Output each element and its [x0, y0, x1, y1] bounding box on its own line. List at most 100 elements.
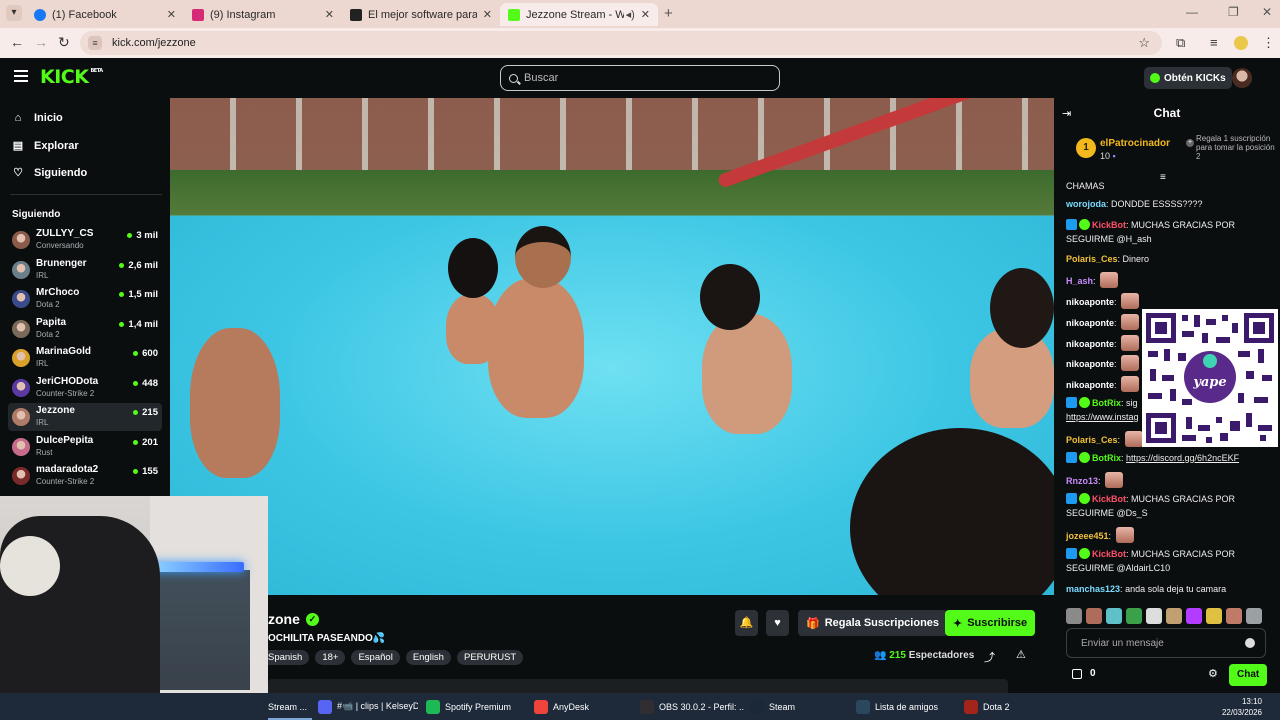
taskbar-app-7[interactable]: Dota 2: [964, 693, 1024, 720]
emote-icon[interactable]: [1226, 608, 1242, 624]
reload-icon[interactable]: ↻: [58, 34, 70, 51]
forward-icon[interactable]: →: [34, 34, 48, 50]
chat-username[interactable]: manchas123: [1066, 584, 1120, 594]
user-avatar[interactable]: [1232, 68, 1252, 88]
tab-instagram[interactable]: (9) Instagram ✕: [184, 3, 342, 26]
chat-username[interactable]: H_ash: [1066, 276, 1093, 286]
media-icon[interactable]: ≡: [1210, 35, 1218, 50]
chat-username[interactable]: nikoaponte: [1066, 359, 1114, 369]
nav-home[interactable]: ⌂ Inicio: [12, 112, 63, 124]
chat-username[interactable]: nikoaponte: [1066, 297, 1114, 307]
taskbar-app-0[interactable]: Stream ...: [268, 693, 312, 720]
emote-icon[interactable]: [1086, 608, 1102, 624]
taskbar-app-5[interactable]: Steam: [750, 693, 850, 720]
channel-points[interactable]: 0: [1072, 668, 1096, 679]
chat-username[interactable]: KickBot: [1092, 220, 1126, 230]
chat-username[interactable]: KickBot: [1092, 549, 1126, 559]
chat-username[interactable]: KickBot: [1092, 494, 1126, 504]
search-box[interactable]: [500, 65, 780, 91]
sidebar-channel-madaradota2[interactable]: madaradota2 Counter-Strike 2 155: [8, 462, 162, 490]
sidebar-channel-jezzone[interactable]: Jezzone IRL 215: [8, 403, 162, 431]
chat-username[interactable]: nikoaponte: [1066, 318, 1114, 328]
chat-username[interactable]: worojoda: [1066, 199, 1106, 209]
report-icon[interactable]: ⚠: [1016, 648, 1026, 661]
search-input[interactable]: [524, 72, 764, 84]
sidebar-channel-marinagold[interactable]: MarinaGold IRL 600: [8, 344, 162, 372]
sidebar-channel-dulcepepita[interactable]: DulcePepita Rust 201: [8, 433, 162, 461]
notification-bell-button[interactable]: 🔔: [735, 610, 758, 636]
tab-search-icon[interactable]: ▾: [6, 5, 22, 21]
menu-kebab-icon[interactable]: ⋮: [1262, 35, 1275, 51]
hamburger-menu-icon[interactable]: [14, 70, 28, 85]
tab-facebook[interactable]: (1) Facebook ✕: [26, 3, 184, 26]
chat-username[interactable]: Polaris_Ces: [1066, 435, 1118, 445]
sidebar-channel-jerichodota[interactable]: JeriCHODota Counter-Strike 2 448: [8, 374, 162, 402]
tag-chip[interactable]: Spanish: [268, 650, 310, 665]
emote-icon[interactable]: [1126, 608, 1142, 624]
tab-software[interactable]: El mejor software para potencia ✕: [342, 3, 500, 26]
speaker-icon[interactable]: ◂): [626, 8, 635, 21]
sidebar-channel-papita[interactable]: Papita Dota 2 1,4 mil: [8, 315, 162, 343]
close-tab-icon[interactable]: ✕: [325, 8, 334, 21]
emote-icon[interactable]: [1246, 608, 1262, 624]
taskbar-app-6[interactable]: Lista de amigos: [856, 693, 956, 720]
tag-chip[interactable]: PERURUST: [456, 650, 524, 665]
send-chat-button[interactable]: Chat: [1229, 664, 1268, 686]
gift-position-text[interactable]: Regala 1 suscripción para tomar la posic…: [1186, 134, 1276, 161]
chat-username[interactable]: jozeee451: [1066, 531, 1109, 541]
close-tab-icon[interactable]: ✕: [483, 8, 492, 21]
chat-username[interactable]: nikoaponte: [1066, 339, 1114, 349]
chat-username[interactable]: Rnzo13: [1066, 476, 1098, 486]
site-info-icon[interactable]: ≡: [88, 36, 102, 50]
sidebar-channel-mrchoco[interactable]: MrChoco Dota 2 1,5 mil: [8, 285, 162, 313]
bookmark-star-icon[interactable]: ☆: [1138, 35, 1150, 51]
chat-link[interactable]: https://discord.gg/6h2ncEKF: [1126, 453, 1239, 463]
gift-subs-button[interactable]: 🎁 Regala Suscripciones: [798, 610, 948, 636]
kick-logo[interactable]: KICK BETA: [40, 66, 103, 88]
tab-jezzone[interactable]: Jezzone Stream - Watch Liv ◂) ✕: [500, 3, 658, 26]
system-clock[interactable]: 13:10 22/03/2026: [1222, 696, 1262, 718]
sidebar-channel-zullyy_cs[interactable]: ZULLYY_CS Conversando 3 mil: [8, 226, 162, 254]
follow-heart-button[interactable]: ♥: [766, 610, 789, 636]
chat-username[interactable]: Polaris_Ces: [1066, 254, 1118, 264]
video-player[interactable]: [170, 98, 1054, 595]
new-tab-icon[interactable]: +: [664, 5, 673, 22]
chat-input-box[interactable]: [1066, 628, 1266, 658]
streamer-name[interactable]: zone ✓: [268, 611, 319, 627]
emote-icon[interactable]: [1206, 608, 1222, 624]
emote-icon[interactable]: [1066, 608, 1082, 624]
nav-following[interactable]: ♡ Siguiendo: [12, 166, 87, 180]
tag-chip[interactable]: English: [405, 650, 451, 665]
tag-chip[interactable]: Español: [351, 650, 400, 665]
emoji-picker-icon[interactable]: [1245, 638, 1255, 648]
minimize-icon[interactable]: —: [1186, 5, 1198, 19]
restore-icon[interactable]: ❐: [1228, 5, 1239, 19]
back-icon[interactable]: ←: [10, 34, 24, 50]
chat-username[interactable]: BotRix: [1092, 453, 1121, 463]
emote-icon[interactable]: [1186, 608, 1202, 624]
close-window-icon[interactable]: ✕: [1262, 5, 1272, 19]
taskbar-app-2[interactable]: Spotify Premium: [426, 693, 526, 720]
chat-settings-icon[interactable]: ⚙: [1208, 667, 1218, 680]
tag-chip[interactable]: 18+: [315, 650, 346, 665]
close-tab-icon[interactable]: ✕: [641, 8, 650, 21]
subscribe-button[interactable]: ✦ Suscribirse: [945, 610, 1036, 636]
taskbar-app-3[interactable]: AnyDesk: [534, 693, 634, 720]
chat-link[interactable]: https://www.instag: [1066, 412, 1139, 422]
chat-message-input[interactable]: [1081, 637, 1241, 649]
chat-username[interactable]: nikoaponte: [1066, 380, 1114, 390]
profile-icon[interactable]: [1234, 36, 1248, 50]
chat-username[interactable]: BotRix: [1092, 398, 1121, 408]
close-tab-icon[interactable]: ✕: [167, 8, 176, 21]
emote-icon[interactable]: [1106, 608, 1122, 624]
emote-icon[interactable]: [1166, 608, 1182, 624]
taskbar-app-1[interactable]: #📹 | clips | KelseyD...: [318, 693, 418, 720]
get-kicks-button[interactable]: Obtén KICKs: [1144, 67, 1232, 89]
nav-browse[interactable]: ▤ Explorar: [12, 139, 79, 153]
emote-icon[interactable]: [1146, 608, 1162, 624]
sidebar-channel-brunenger[interactable]: Brunenger IRL 2,6 mil: [8, 256, 162, 284]
top-gifter-name[interactable]: elPatrocinador: [1100, 138, 1170, 149]
extensions-icon[interactable]: ⧉: [1176, 35, 1185, 51]
url-bar[interactable]: ≡ kick.com/jezzone ☆: [80, 31, 1162, 55]
taskbar-app-4[interactable]: OBS 30.0.2 - Perfil: ...: [640, 693, 744, 720]
